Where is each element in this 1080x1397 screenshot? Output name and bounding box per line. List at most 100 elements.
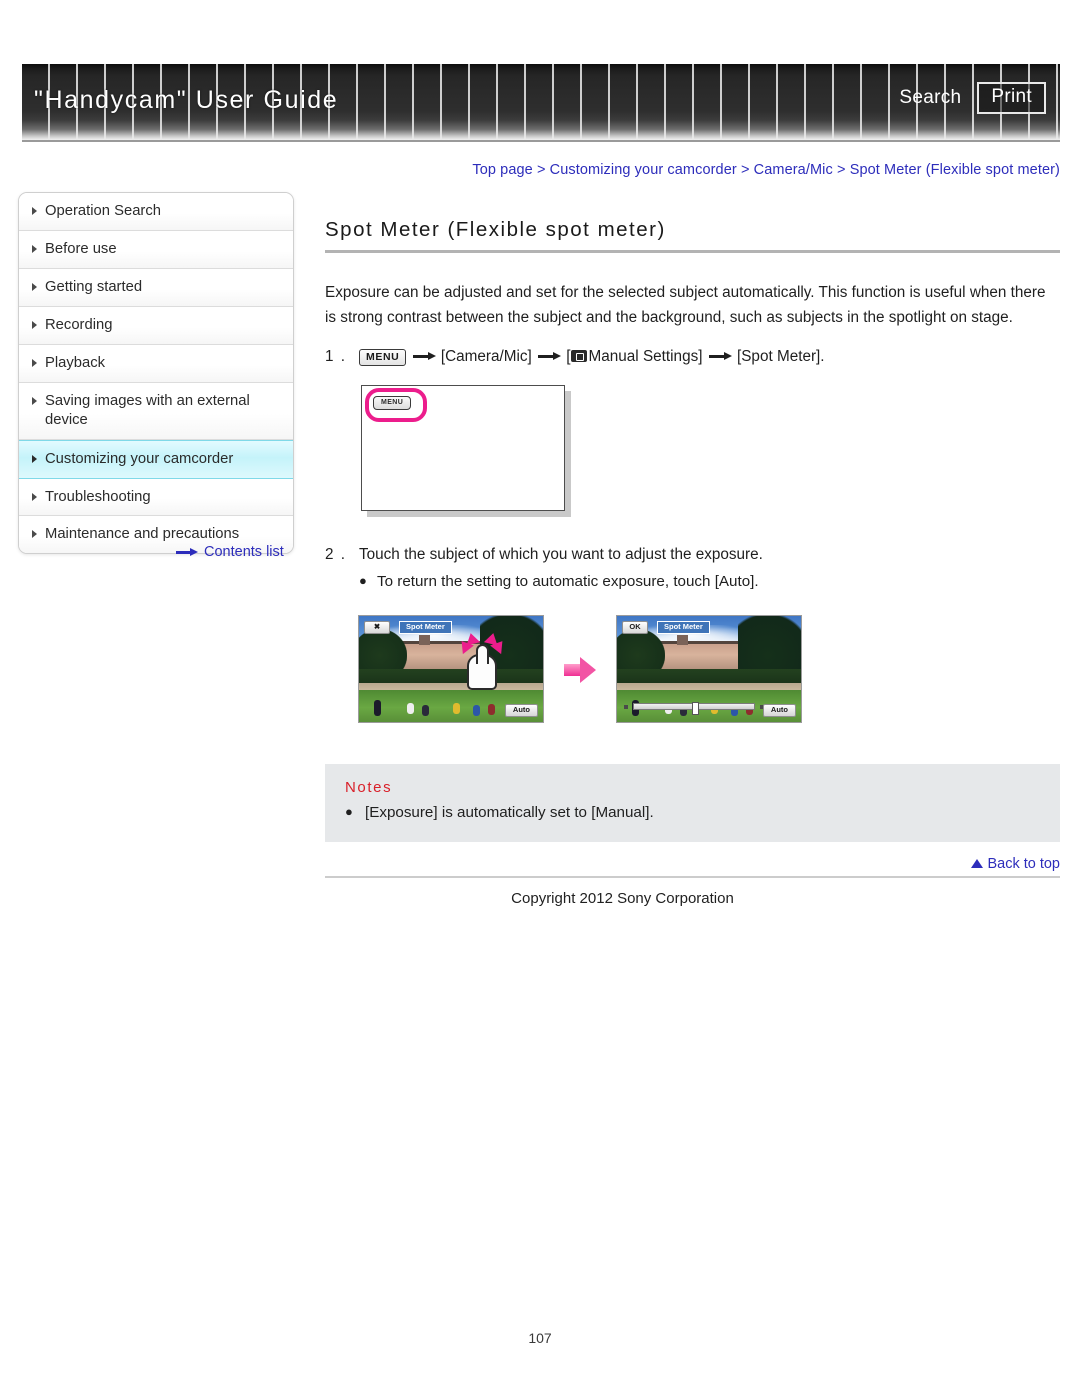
step-2-number: 2 . [325, 546, 347, 563]
camera-screen-after: OK Spot Meter Auto [616, 615, 802, 724]
breadcrumb-item-top-page[interactable]: Top page [472, 162, 532, 178]
arrow-right-icon [411, 350, 437, 362]
sidebar-item-operation-search[interactable]: Operation Search [19, 193, 293, 231]
chevron-right-icon [32, 396, 37, 405]
title-divider [325, 250, 1060, 253]
arrow-right-icon [176, 547, 198, 557]
touch-spark [463, 631, 481, 646]
person [487, 703, 495, 715]
person [421, 705, 429, 716]
header-divider [22, 140, 1060, 142]
hedge [359, 669, 543, 684]
arrow-right-icon [536, 350, 562, 362]
sidebar-item-label: Customizing your camcorder [45, 450, 234, 467]
sidebar-item-playback[interactable]: Playback [19, 344, 293, 383]
step-1-bracket-open: [ [566, 347, 571, 365]
sidebar-item-customizing-your-camcorder[interactable]: Customizing your camcorder [19, 439, 293, 479]
chevron-right-icon [32, 207, 37, 215]
print-button[interactable]: Print [977, 82, 1046, 114]
person [473, 705, 481, 716]
sidebar-item-getting-started[interactable]: Getting started [19, 268, 293, 307]
camera-screens-figure: ✖ Spot Meter Auto OK Spot Meter Auto [358, 610, 802, 728]
camera-screen-before: ✖ Spot Meter Auto [358, 615, 544, 724]
breadcrumb-item-current[interactable]: Spot Meter (Flexible spot meter) [850, 162, 1060, 178]
breadcrumb-separator: > [536, 162, 546, 178]
touch-spark [483, 631, 501, 646]
copyright-text: Copyright 2012 Sony Corporation [511, 889, 734, 907]
sidebar-item-label: Maintenance and precautions [45, 526, 240, 543]
tree-left [359, 628, 407, 674]
auto-button[interactable]: Auto [762, 703, 796, 718]
step-1-body: MENU [Camera/Mic] [ Manual Settings] [Spo… [359, 345, 1060, 369]
contents-list-link[interactable]: Contents list [176, 544, 284, 560]
chevron-right-icon [32, 320, 37, 329]
screen-title-label: Spot Meter [657, 621, 710, 635]
chevron-right-icon [32, 530, 37, 539]
sidebar-item-label: Playback [45, 354, 106, 371]
chevron-right-icon [32, 492, 37, 501]
sidebar-item-label: Saving images with an external device [45, 392, 250, 428]
breadcrumb: Top page > Customizing your camcorder > … [325, 162, 1060, 178]
sidebar-item-saving-images[interactable]: Saving images with an external device [19, 382, 293, 440]
breadcrumb-item-camera-mic[interactable]: Camera/Mic [754, 162, 833, 178]
step-1-camera-mic: [Camera/Mic] [440, 347, 532, 365]
chevron-right-icon [32, 282, 37, 291]
transition-arrow-icon [564, 655, 596, 684]
step-1: 1 . MENU [Camera/Mic] [ Manual Settings] … [325, 345, 1060, 369]
header-background: "Handycam" User Guide Search Print [22, 64, 1060, 140]
page-number: 107 [528, 1330, 552, 1346]
main-content: Spot Meter (Flexible spot meter) Exposur… [325, 218, 1060, 907]
menu-button-icon: MENU [359, 348, 407, 366]
sidebar-item-label: Before use [45, 240, 117, 257]
step-2-text: Touch the subject of which you want to a… [359, 546, 763, 563]
triangle-up-icon [971, 858, 984, 868]
sidebar-item-troubleshooting[interactable]: Troubleshooting [19, 478, 293, 517]
sidebar-item-label: Getting started [45, 278, 143, 295]
breadcrumb-separator: > [836, 162, 846, 178]
breadcrumb-separator: > [740, 162, 750, 178]
step-1-spot-meter: [Spot Meter]. [736, 347, 825, 365]
breadcrumb-item-customizing[interactable]: Customizing your camcorder [550, 162, 737, 178]
step-2-bullet: ● To return the setting to automatic exp… [325, 570, 1060, 594]
manual-settings-icon [570, 349, 587, 362]
chevron-right-icon [32, 244, 37, 253]
header-actions: Search Print [899, 82, 1046, 114]
screen-title-label: Spot Meter [399, 621, 452, 635]
chevron-right-icon [32, 454, 37, 463]
slider-tick-left [624, 705, 628, 710]
step-2: 2 . Touch the subject of which you want … [325, 543, 1060, 567]
back-to-top-link[interactable]: Back to top [325, 856, 1060, 872]
touch-finger-icon [456, 631, 508, 691]
sidebar-navigation: Operation Search Before use Getting star… [18, 192, 294, 555]
person [452, 702, 460, 714]
exposure-slider[interactable] [624, 702, 764, 716]
back-to-top-label: Back to top [987, 855, 1060, 872]
step-1-manual-settings: Manual Settings] [588, 347, 703, 365]
sidebar-item-label: Troubleshooting [45, 488, 151, 505]
bullet-dot-icon: ● [345, 804, 353, 820]
sidebar-item-recording[interactable]: Recording [19, 306, 293, 345]
intro-paragraph: Exposure can be adjusted and set for the… [325, 284, 1046, 326]
sidebar-item-label: Recording [45, 316, 113, 333]
sidebar-item-before-use[interactable]: Before use [19, 230, 293, 269]
contents-list-label: Contents list [204, 544, 284, 560]
person [373, 700, 381, 717]
person [406, 703, 414, 715]
search-button[interactable]: Search [899, 87, 961, 109]
highlight-ring [365, 388, 427, 422]
menu-screen-figure: MENU [361, 385, 571, 517]
notes-list-item: ● [Exposure] is automatically set to [Ma… [345, 802, 1040, 825]
close-button[interactable]: ✖ [364, 621, 390, 635]
sidebar-item-label: Operation Search [45, 203, 161, 219]
finger-tip [476, 644, 489, 665]
page-title: Spot Meter (Flexible spot meter) [325, 218, 666, 241]
hedge [617, 669, 801, 684]
step-1-number: 1 . [325, 347, 347, 365]
footer-divider [325, 875, 1060, 878]
ok-button[interactable]: OK [622, 621, 648, 635]
chevron-right-icon [32, 358, 37, 367]
auto-button[interactable]: Auto [504, 703, 538, 718]
notes-section: Notes ● [Exposure] is automatically set … [325, 764, 1060, 842]
site-title: "Handycam" User Guide [34, 86, 339, 114]
site-header: "Handycam" User Guide Search Print [22, 64, 1060, 142]
